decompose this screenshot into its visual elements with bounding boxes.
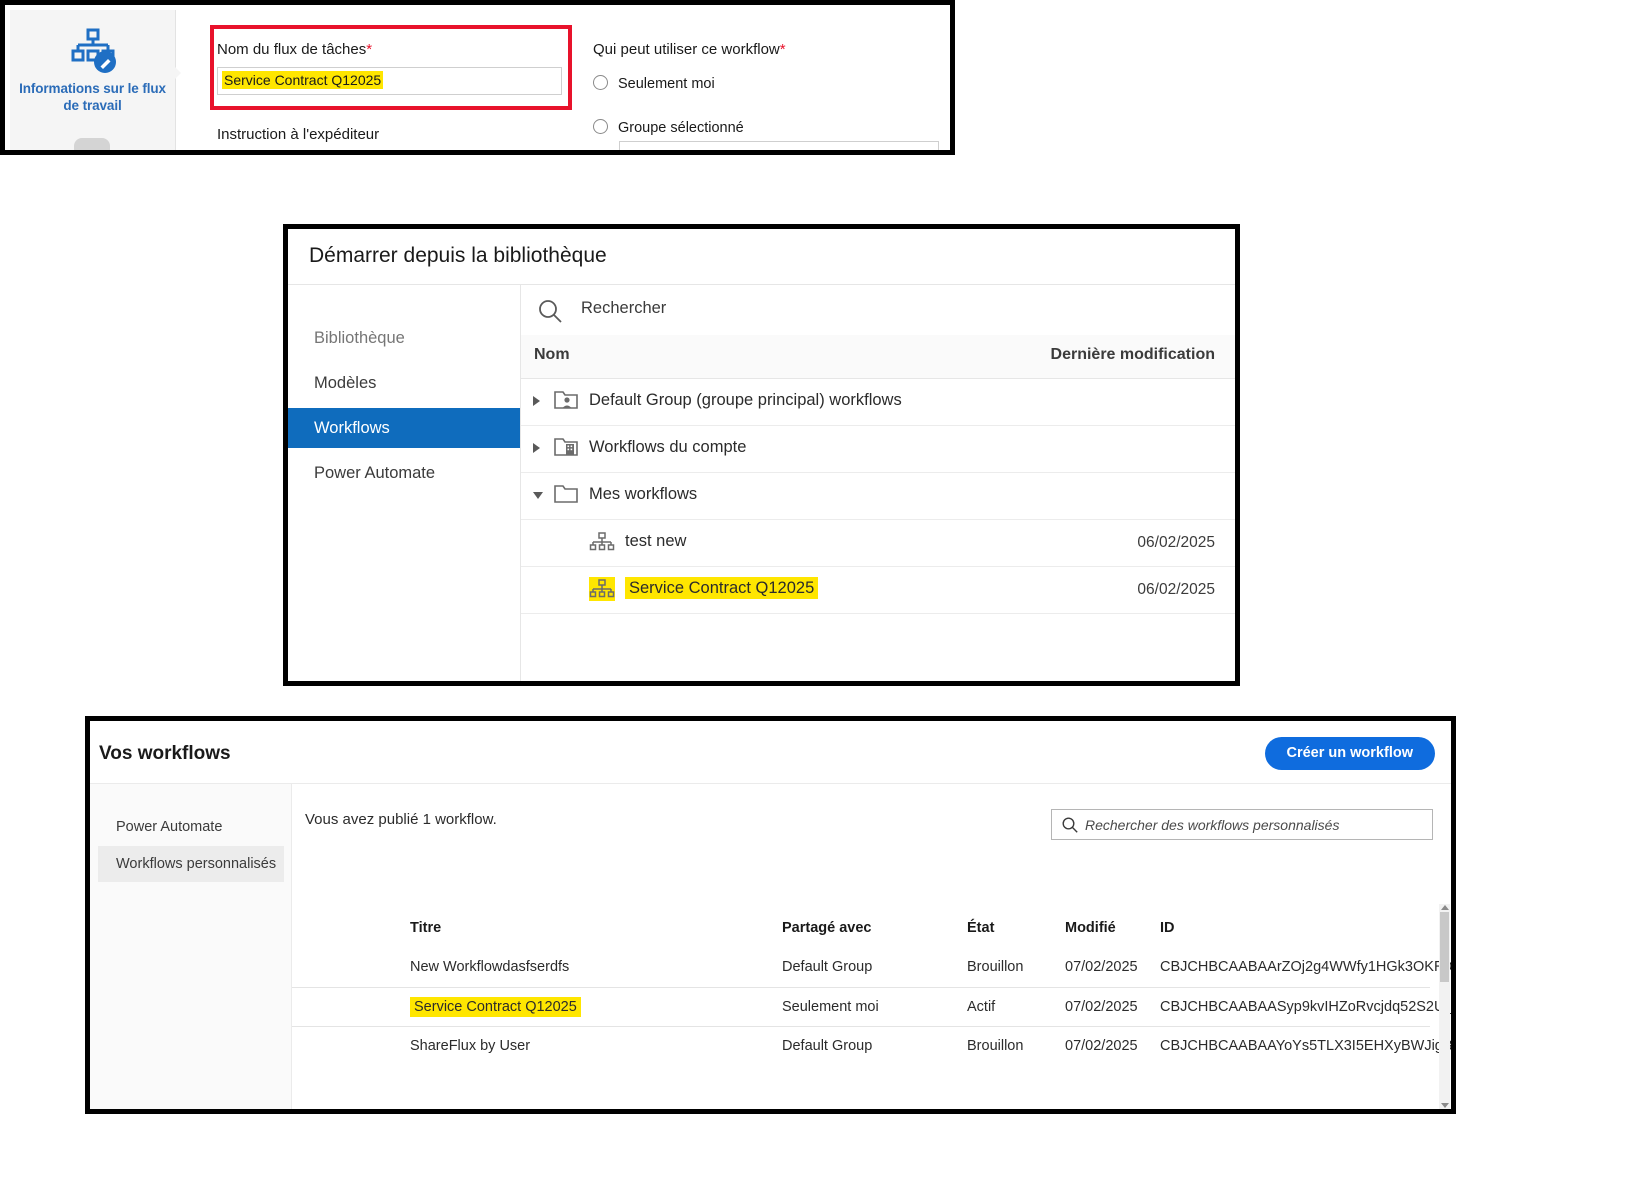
search-input-placeholder: Rechercher des workflows personnalisés [1085,817,1340,833]
radio-circle-icon [593,119,608,134]
row-label: Workflows du compte [589,438,747,456]
radio-circle-icon [593,75,608,90]
scroll-up-arrow-icon[interactable] [1441,905,1449,910]
scroll-down-arrow-icon[interactable] [1441,1103,1449,1108]
sidebar-item-workflows-personnalises[interactable]: Workflows personnalisés [98,846,284,882]
column-header-derniere-modification: Dernière modification [1050,346,1215,363]
library-column-header: Nom Dernière modification [521,335,1235,379]
workflow-icon [589,532,615,551]
library-sidebar: Bibliothèque Modèles Workflows Power Aut… [288,285,521,681]
your-workflows-sidebar: Power Automate Workflows personnalisés [90,784,292,1109]
cell-partage-avec: Default Group [782,959,873,975]
radio-only-me-label: Seulement moi [618,76,715,92]
row-date: 06/02/2025 [1137,534,1215,551]
library-search-label: Rechercher [581,299,667,317]
table-row[interactable]: Mes workflows [521,472,1235,520]
column-header-titre: Titre [410,920,442,936]
search-icon [539,300,562,323]
chevron-down-icon[interactable] [533,492,543,499]
column-header-nom: Nom [534,346,570,363]
workflow-name-input-value: Service Contract Q12025 [222,71,384,89]
start-from-library-dialog: Démarrer depuis la bibliothèque Biblioth… [283,224,1240,686]
cell-modifie: 07/02/2025 [1065,1038,1138,1054]
sidebar-item-workflows[interactable]: Workflows [288,408,520,448]
cell-modifie: 07/02/2025 [1065,959,1138,975]
column-header-id: ID [1160,920,1175,936]
library-dialog-title: Démarrer depuis la bibliothèque [309,244,607,267]
cell-titre: New Workflowdasfserdfs [410,959,570,975]
column-header-modifie: Modifié [1065,920,1116,936]
table-scrollbar[interactable] [1439,904,1450,1109]
table-header-row: Titre Partagé avec État Modifié ID [292,909,1430,948]
table-row[interactable]: Service Contract Q12025 Seulement moi Ac… [292,987,1451,1027]
table-row[interactable]: ShareFlux by User Default Group Brouillo… [292,1026,1451,1066]
cell-partage-avec: Default Group [782,1038,873,1054]
cell-id: CBJCHBCAABAASyp9kvIHZoRvcjdq52S2Ui_reod4… [1160,999,1456,1015]
who-can-use-label: Qui peut utiliser ce workflow* [593,41,786,58]
row-label-highlighted: Service Contract Q12025 [625,577,819,599]
sidebar-item-power-automate[interactable]: Power Automate [98,809,284,845]
cell-modifie: 07/02/2025 [1065,999,1138,1015]
search-icon [1062,817,1078,833]
library-main-area: Rechercher Nom Dernière modification Def… [521,285,1235,681]
form-left-nav: Informations sur le flux de travail [10,10,176,150]
sender-instruction-label: Instruction à l'expéditeur [217,126,380,143]
chevron-right-icon[interactable] [533,443,540,453]
create-workflow-button[interactable]: Créer un workflow [1264,737,1435,770]
table-row[interactable]: New Workflowdasfserdfs Default Group Bro… [292,948,1451,987]
cell-id: CBJCHBCAABAArZOj2g4WWfy1HGk3OKRtOfPLrRz_… [1160,959,1456,975]
table-row[interactable]: Workflows du compte [521,425,1235,473]
cell-partage-avec: Seulement moi [782,999,879,1015]
folder-icon [554,485,578,503]
scrollbar-thumb[interactable] [1440,912,1449,982]
workflow-name-input[interactable]: Service Contract Q12025 [217,67,562,95]
chevron-right-icon[interactable] [533,396,540,406]
sidebar-item-power-automate[interactable]: Power Automate [288,453,520,493]
table-row[interactable]: test new 06/02/2025 [521,519,1235,567]
your-workflows-header: Vos workflows Créer un workflow [90,721,1451,784]
cell-etat: Brouillon [967,1038,1024,1054]
sidebar-item-bibliotheque[interactable]: Bibliothèque [288,318,520,358]
search-input[interactable]: Rechercher des workflows personnalisés [1051,809,1433,840]
published-count-text: Vous avez publié 1 workflow. [305,811,497,828]
folder-user-icon [554,391,578,409]
form-left-next-step-placeholder [74,138,110,150]
group-select-input[interactable] [619,141,939,150]
workflow-info-form-panel: Informations sur le flux de travail Nom … [0,0,955,155]
workflow-icon [589,577,615,601]
sidebar-item-modeles[interactable]: Modèles [288,363,520,403]
who-can-use-label-text: Qui peut utiliser ce workflow [593,41,780,58]
name-field-label: Nom du flux de tâches* [217,41,372,58]
row-label: Default Group (groupe principal) workflo… [589,391,902,409]
table-row[interactable]: Service Contract Q12025 06/02/2025 [521,566,1235,614]
radio-selected-group[interactable]: Groupe sélectionné [593,119,744,136]
workflow-edit-icon [71,28,116,73]
page-title: Vos workflows [99,743,231,764]
row-label: test new [625,532,687,550]
cell-titre: ShareFlux by User [410,1038,531,1054]
your-workflows-panel: Vos workflows Créer un workflow Power Au… [85,716,1456,1114]
cell-titre-text: Service Contract Q12025 [410,997,581,1017]
row-label: Mes workflows [589,485,698,503]
form-left-nav-pointer [168,60,181,86]
column-header-partage-avec: Partagé avec [782,920,872,936]
cell-etat: Brouillon [967,959,1024,975]
folder-building-icon [554,438,578,456]
row-date: 06/02/2025 [1137,581,1215,598]
table-row[interactable]: Default Group (groupe principal) workflo… [521,378,1235,426]
cell-titre-highlighted: Service Contract Q12025 [410,997,581,1017]
form-left-nav-label: Informations sur le flux de travail [19,81,166,113]
library-search-bar[interactable]: Rechercher [521,285,1235,336]
name-field-label-text: Nom du flux de tâches [217,41,367,58]
column-header-etat: État [967,920,995,936]
your-workflows-main: Vous avez publié 1 workflow. Rechercher … [292,784,1451,1109]
cell-etat: Actif [967,999,996,1015]
table-row-empty [521,613,1235,660]
radio-selected-group-label: Groupe sélectionné [618,120,744,136]
cell-id: CBJCHBCAABAAYoYs5TLX3I5EHXyBWJigBzsuNZq0… [1160,1038,1453,1054]
radio-only-me[interactable]: Seulement moi [593,75,715,92]
name-field-required-star: * [366,41,373,58]
who-can-use-required-star: * [779,41,786,58]
row-label-text: Service Contract Q12025 [625,577,819,599]
